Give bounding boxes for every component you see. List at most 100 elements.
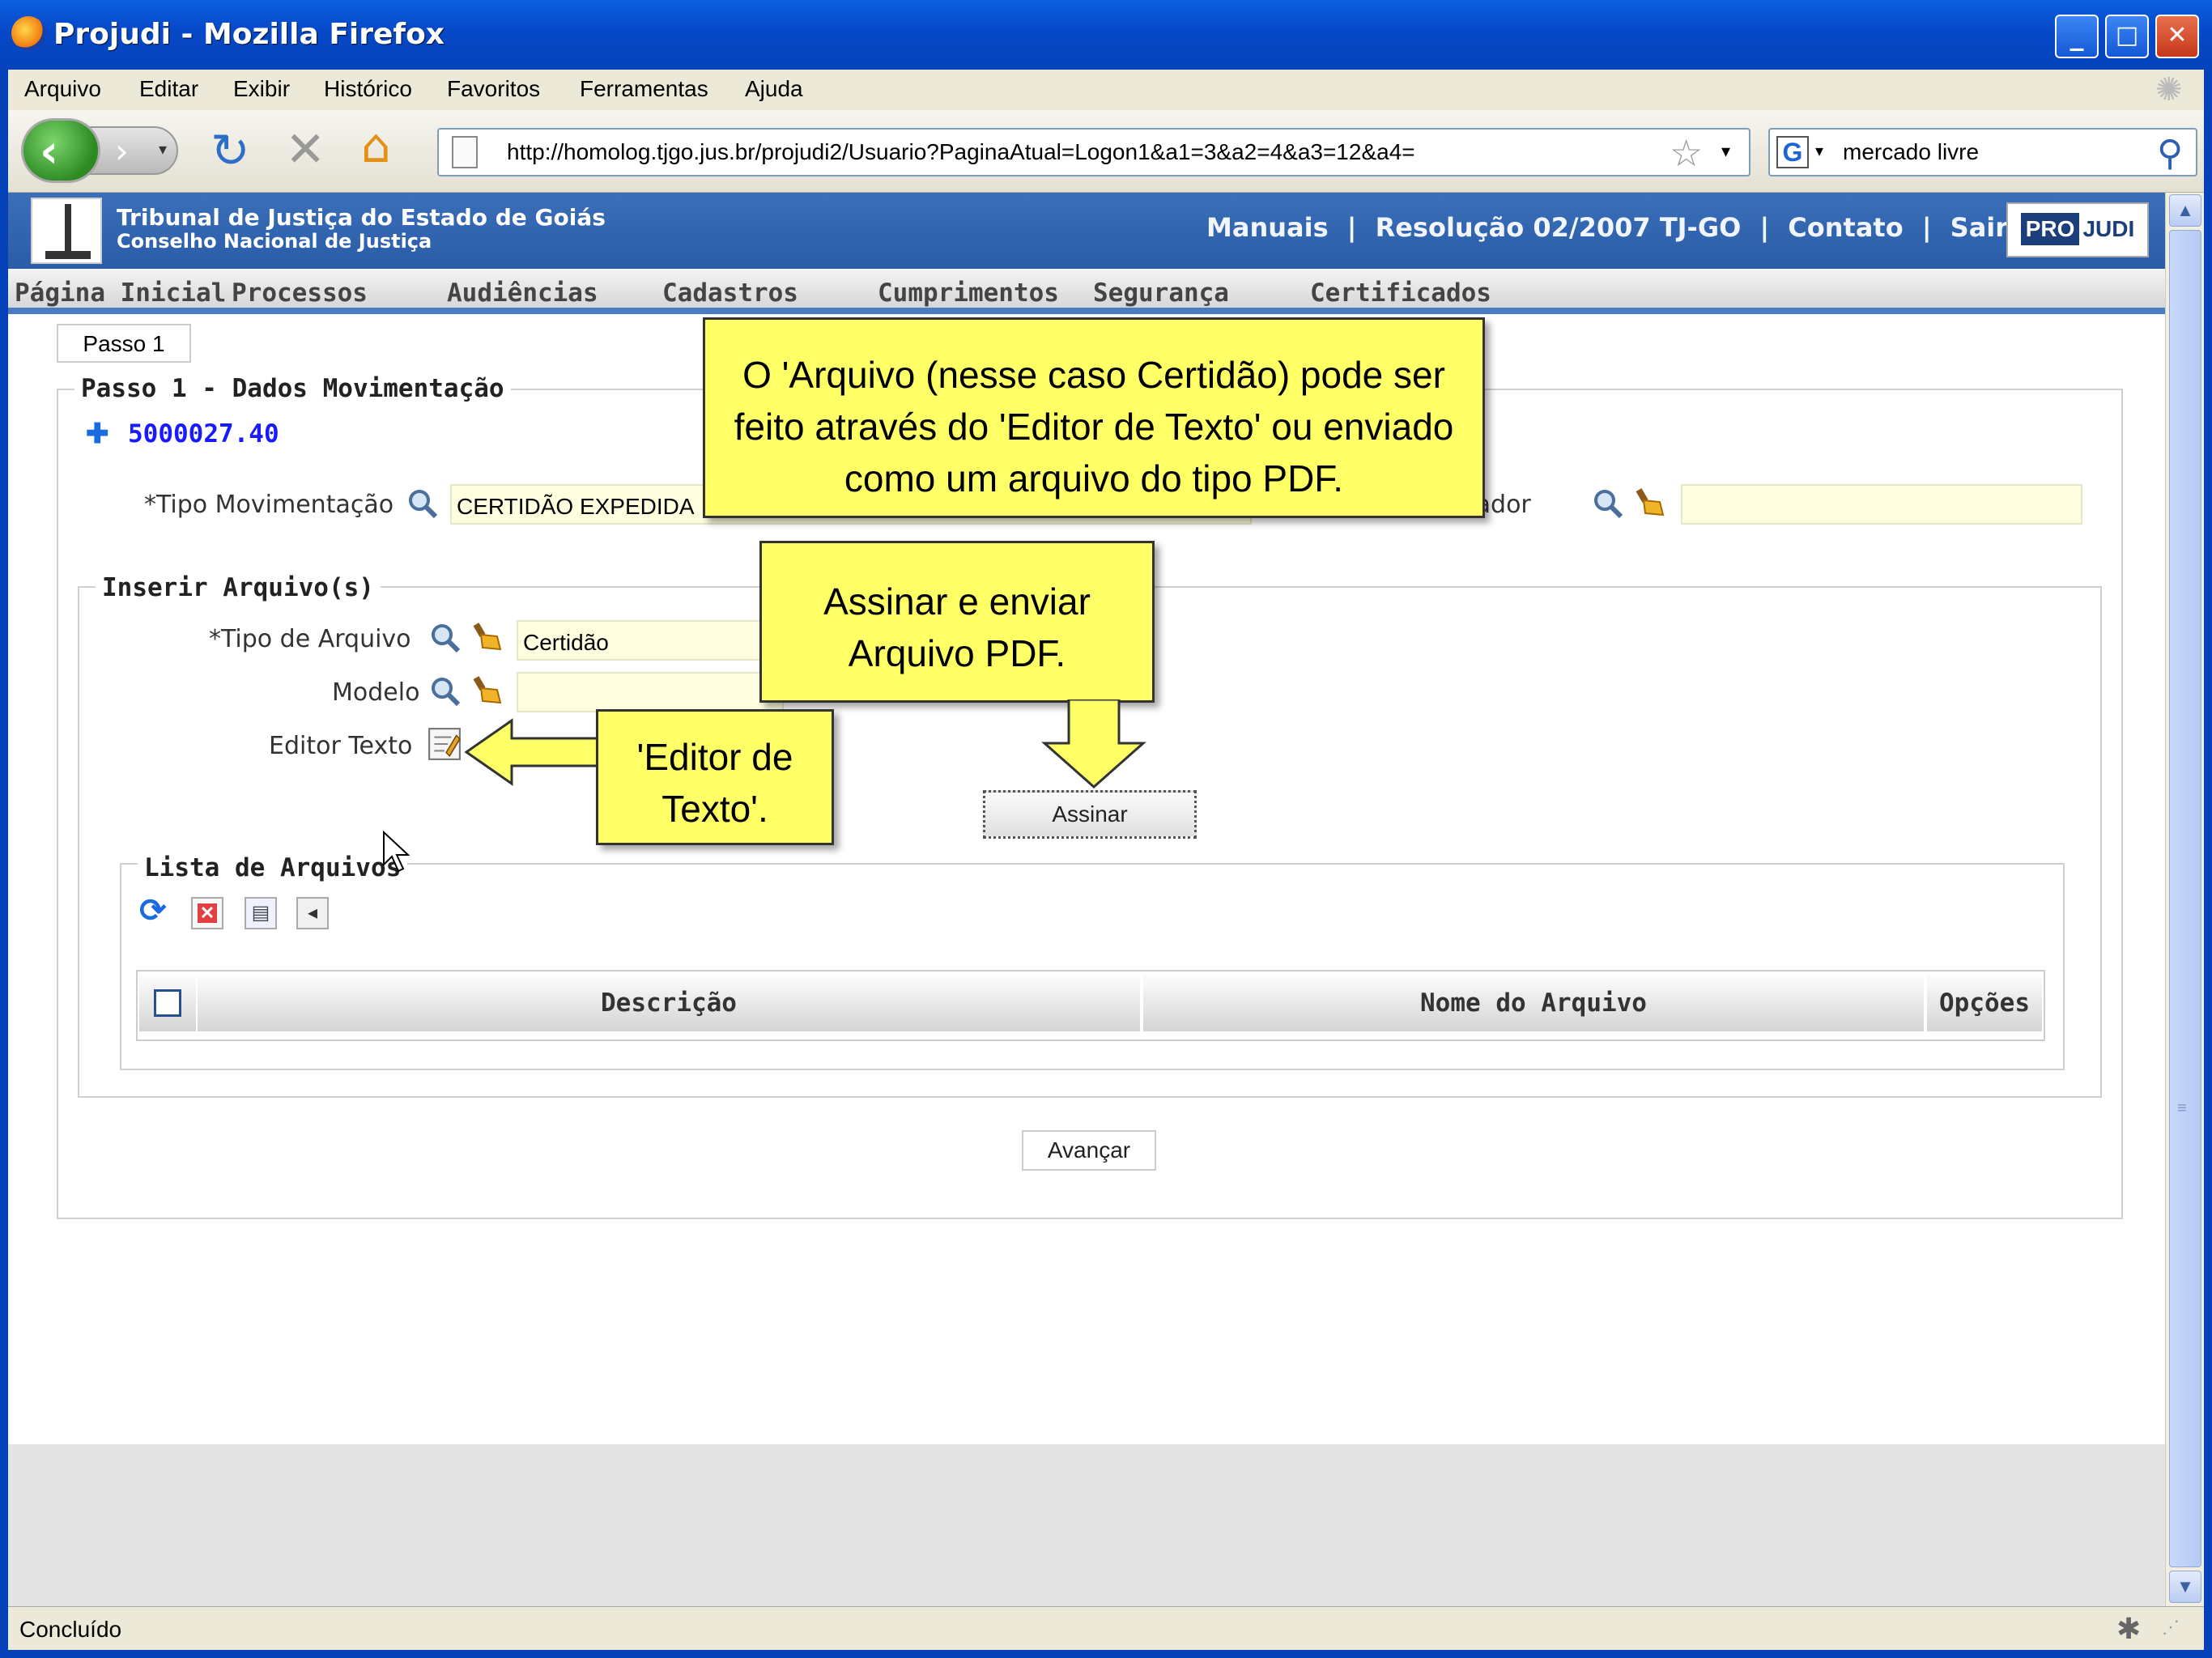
menu-arquivo[interactable]: Arquivo [24, 76, 101, 102]
link-manuais[interactable]: Manuais [1206, 212, 1329, 243]
legend-inserir-arquivos: Inserir Arquivo(s) [96, 573, 381, 602]
header-separator: | [1346, 212, 1357, 243]
bookmark-star-icon[interactable]: ☆ [1670, 131, 1703, 175]
vertical-scrollbar[interactable]: ▲ ≡ ▼ [2165, 193, 2204, 1606]
window-frame-right [2204, 78, 2212, 1658]
url-text[interactable]: http://homolog.tjgo.jus.br/projudi2/Usua… [507, 139, 1415, 165]
column-descricao[interactable]: Descrição [198, 975, 1140, 1031]
editor-texto-label: Editor Texto [269, 732, 413, 760]
addon-bug-icon[interactable]: ✱ [2116, 1612, 2141, 1646]
header-separator: | [1921, 212, 1932, 243]
reload-icon[interactable]: ↻ [211, 123, 250, 178]
menu-pagina-inicial[interactable]: Página Inicial [15, 278, 226, 308]
menu-cumprimentos[interactable]: Cumprimentos [878, 278, 1059, 308]
header-links: Manuais | Resolução 02/2007 TJ-GO | Cont… [1206, 212, 2008, 243]
clear-brush-icon[interactable] [473, 620, 505, 653]
clear-brush-icon[interactable] [1636, 486, 1668, 518]
select-all-checkbox[interactable] [154, 989, 181, 1017]
expand-plus-icon[interactable]: ✚ [86, 418, 109, 450]
arrow-down-icon [1041, 699, 1146, 789]
window-title: Projudi - Mozilla Firefox [53, 18, 445, 51]
scroll-up-icon[interactable]: ▲ [2169, 194, 2201, 227]
firefox-logo-icon [11, 16, 45, 50]
legend-lista-arquivos: Lista de Arquivos [138, 853, 408, 882]
projudi-logo: PRO JUDI [2006, 202, 2149, 257]
tipo-movimentacao-label: *Tipo Movimentação [144, 491, 394, 519]
search-icon[interactable] [1592, 487, 1624, 520]
org-subname: Conselho Nacional de Justiça [117, 230, 432, 253]
modelo-field[interactable] [517, 672, 784, 712]
link-contato[interactable]: Contato [1788, 212, 1903, 243]
arrow-left-icon [464, 718, 601, 786]
link-resolucao[interactable]: Resolução 02/2007 TJ-GO [1376, 212, 1742, 243]
logo-judi: JUDI [2082, 216, 2135, 241]
back-arrow-icon: ‹ [40, 125, 59, 178]
history-dropdown-icon[interactable]: ▾ [159, 139, 167, 159]
minimize-button[interactable]: _ [2055, 15, 2099, 58]
scroll-down-icon[interactable]: ▼ [2169, 1571, 2201, 1603]
search-icon[interactable] [429, 622, 462, 654]
search-icon[interactable]: ⚲ [2157, 133, 2183, 174]
text-editor-icon[interactable] [428, 727, 462, 761]
status-bar: Concluído ✱ ⋰ [8, 1606, 2204, 1650]
home-icon[interactable]: ⌂ [361, 118, 391, 173]
link-sair[interactable]: Sair [1950, 212, 2008, 243]
navigation-toolbar: › ▾ ‹ ↻ ✕ ⌂ http://homolog.tjgo.jus.br/pr… [8, 110, 2204, 193]
resize-grip-icon[interactable]: ⋰ [2162, 1617, 2180, 1638]
close-button[interactable]: ✕ [2155, 15, 2199, 58]
delete-icon[interactable]: ✕ [191, 897, 223, 929]
process-number-link[interactable]: 5000027.40 [128, 419, 279, 449]
menu-seguranca[interactable]: Segurança [1093, 278, 1229, 308]
stop-icon[interactable]: ✕ [285, 121, 325, 178]
google-icon[interactable]: G [1776, 136, 1809, 168]
maximize-button[interactable]: □ [2105, 15, 2149, 58]
callout-assinar: Assinar e enviar Arquivo PDF. [759, 541, 1155, 703]
callout-editor-texto: 'Editor de Texto'. [596, 709, 834, 845]
tipo-arquivo-field[interactable]: Certidão [517, 620, 784, 661]
classificador-field[interactable] [1681, 484, 2082, 525]
scroll-thumb[interactable] [2169, 230, 2201, 1567]
status-text: Concluído [19, 1617, 122, 1642]
org-name: Tribunal de Justiça do Estado de Goiás [117, 204, 606, 231]
menu-favoritos[interactable]: Favoritos [447, 76, 540, 102]
column-opcoes[interactable]: Opções [1927, 975, 2042, 1031]
header-separator: | [1759, 212, 1770, 243]
search-engine-dropdown-icon[interactable]: ▾ [1815, 141, 1823, 161]
scroll-grip-icon: ≡ [2177, 1099, 2187, 1117]
menu-historico[interactable]: Histórico [324, 76, 412, 102]
page-icon [452, 136, 478, 168]
menu-ajuda[interactable]: Ajuda [745, 76, 803, 102]
menu-certificados[interactable]: Certificados [1310, 278, 1491, 308]
menu-cadastros[interactable]: Cadastros [662, 278, 798, 308]
tab-passo-1[interactable]: Passo 1 [57, 324, 191, 363]
forward-button[interactable]: › ▾ [89, 126, 178, 175]
modelo-label: Modelo [332, 678, 420, 707]
tribunal-logo-icon [31, 198, 102, 264]
search-icon[interactable] [429, 675, 462, 708]
menu-ferramentas[interactable]: Ferramentas [580, 76, 708, 102]
avancar-button[interactable]: Avançar [1022, 1130, 1156, 1171]
window-frame-bottom [0, 1650, 2212, 1658]
refresh-icon[interactable]: ⟳ [139, 892, 167, 929]
menu-audiencias[interactable]: Audiências [447, 278, 598, 308]
forward-arrow-icon: › [115, 131, 129, 171]
assinar-button[interactable]: Assinar [983, 790, 1197, 839]
callout-arquivo: O 'Arquivo (nesse caso Certidão) pode se… [703, 317, 1485, 518]
url-bar[interactable]: http://homolog.tjgo.jus.br/projudi2/Usua… [437, 128, 1750, 176]
menu-exibir[interactable]: Exibir [233, 76, 290, 102]
search-bar[interactable]: G ▾ mercado livre ⚲ [1768, 128, 2197, 176]
search-icon[interactable] [406, 487, 439, 520]
column-nome-arquivo[interactable]: Nome do Arquivo [1143, 975, 1924, 1031]
legend-dados-movimentacao: Passo 1 - Dados Movimentação [74, 374, 511, 403]
menu-processos[interactable]: Processos [232, 278, 368, 308]
back-button[interactable]: ‹ [21, 118, 100, 183]
move-icon[interactable]: ◂ [296, 897, 329, 929]
url-dropdown-icon[interactable]: ▾ [1721, 141, 1730, 162]
clear-brush-icon[interactable] [473, 674, 505, 706]
main-menu: Página Inicial Processos Audiências Cada… [8, 269, 2165, 314]
document-icon[interactable]: ▤ [245, 897, 277, 929]
site-header: Tribunal de Justiça do Estado de Goiás C… [8, 193, 2165, 269]
menu-editar[interactable]: Editar [139, 76, 198, 102]
search-input[interactable]: mercado livre [1843, 139, 1979, 165]
throbber-icon: ✺ [2155, 72, 2183, 108]
